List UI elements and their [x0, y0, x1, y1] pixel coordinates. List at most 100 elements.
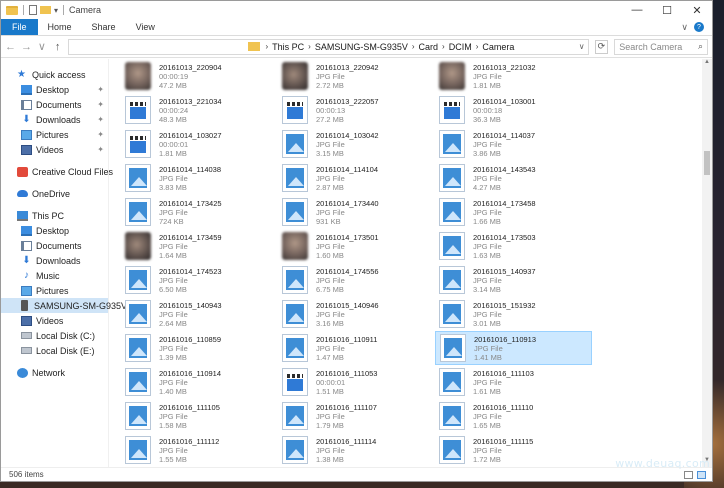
- sidebar-item-downloads[interactable]: ⬇ Downloads ✦: [1, 112, 108, 127]
- file-item[interactable]: 20161016_111053 00:00:01 1.51 MB: [278, 365, 435, 399]
- sidebar-item-videos[interactable]: Videos ✦: [1, 142, 108, 157]
- sidebar-item-creative-cloud[interactable]: Creative Cloud Files: [1, 164, 113, 179]
- file-item[interactable]: 20161015_151932 JPG File 3.01 MB: [435, 297, 592, 331]
- sidebar-item-documents[interactable]: Documents: [1, 238, 108, 253]
- sidebar-item-quick-access[interactable]: ★ Quick access: [1, 67, 108, 82]
- file-item[interactable]: 20161013_220942 JPG File 2.72 MB: [278, 59, 435, 93]
- file-item[interactable]: 20161014_114038 JPG File 3.83 MB: [121, 161, 278, 195]
- search-box[interactable]: Search Camera ⌕: [614, 38, 708, 55]
- breadcrumb-separator[interactable]: ›: [410, 42, 417, 51]
- file-item[interactable]: 20161013_220904 00:00:19 47.2 MB: [121, 59, 278, 93]
- file-item[interactable]: 20161014_173440 JPG File 931 KB: [278, 195, 435, 229]
- breadcrumb-camera[interactable]: Camera: [480, 42, 516, 52]
- file-item[interactable]: 20161014_174523 JPG File 6.50 MB: [121, 263, 278, 297]
- file-item[interactable]: 20161016_111115 JPG File 1.72 MB: [435, 433, 592, 467]
- file-item[interactable]: 20161014_174556 JPG File 6.75 MB: [278, 263, 435, 297]
- file-item[interactable]: 20161016_110859 JPG File 1.39 MB: [121, 331, 278, 365]
- address-dropdown-icon[interactable]: ∨: [576, 42, 588, 51]
- file-name: 20161016_110914: [159, 368, 222, 378]
- tab-share[interactable]: Share: [82, 19, 126, 35]
- sidebar-item-this-pc[interactable]: This PC: [1, 208, 108, 223]
- file-item[interactable]: 20161014_103001 00:00:18 36.3 MB: [435, 93, 592, 127]
- file-item[interactable]: 20161014_103042 JPG File 3.15 MB: [278, 127, 435, 161]
- file-item[interactable]: 20161016_110911 JPG File 1.47 MB: [278, 331, 435, 365]
- file-item[interactable]: 20161014_114037 JPG File 3.86 MB: [435, 127, 592, 161]
- file-name: 20161014_103042: [316, 130, 379, 140]
- file-item[interactable]: 20161015_140946 JPG File 3.16 MB: [278, 297, 435, 331]
- forward-button[interactable]: →: [21, 41, 32, 53]
- file-item[interactable]: 20161016_111114 JPG File 1.38 MB: [278, 433, 435, 467]
- maximize-button[interactable]: ☐: [652, 1, 682, 19]
- file-item[interactable]: 20161016_110914 JPG File 1.40 MB: [121, 365, 278, 399]
- sidebar-item-onedrive[interactable]: OneDrive: [1, 186, 108, 201]
- properties-icon[interactable]: [29, 5, 37, 15]
- file-item[interactable]: 20161016_111107 JPG File 1.79 MB: [278, 399, 435, 433]
- refresh-icon[interactable]: ⟳: [594, 39, 609, 54]
- file-item[interactable]: 20161014_143543 JPG File 4.27 MB: [435, 161, 592, 195]
- breadcrumb-separator[interactable]: ›: [263, 42, 270, 51]
- file-item[interactable]: 20161016_111103 JPG File 1.61 MB: [435, 365, 592, 399]
- close-button[interactable]: ✕: [682, 1, 712, 19]
- file-item[interactable]: 20161014_173459 JPG File 1.64 MB: [121, 229, 278, 263]
- file-item[interactable]: 20161015_140943 JPG File 2.64 MB: [121, 297, 278, 331]
- details-view-icon[interactable]: [684, 470, 693, 479]
- sidebar-item-desktop[interactable]: Desktop ✦: [1, 82, 108, 97]
- pin-icon[interactable]: ✦: [97, 130, 104, 139]
- minimize-button[interactable]: —: [622, 1, 652, 19]
- large-icons-view-icon[interactable]: [697, 470, 706, 479]
- pin-icon[interactable]: ✦: [97, 100, 104, 109]
- file-item[interactable]: 20161016_111112 JPG File 1.55 MB: [121, 433, 278, 467]
- expand-ribbon-icon[interactable]: ∨: [681, 22, 688, 33]
- breadcrumb-device[interactable]: SAMSUNG-SM-G935V: [313, 42, 410, 52]
- sidebar-item-local-disk-c[interactable]: Local Disk (C:): [1, 328, 108, 343]
- tab-view[interactable]: View: [126, 19, 165, 35]
- breadcrumb-this-pc[interactable]: This PC: [270, 42, 306, 52]
- breadcrumb-separator[interactable]: ›: [440, 42, 447, 51]
- file-item[interactable]: 20161016_110913 JPG File 1.41 MB: [435, 331, 592, 365]
- file-item[interactable]: 20161015_140937 JPG File 3.14 MB: [435, 263, 592, 297]
- file-item[interactable]: 20161014_173458 JPG File 1.66 MB: [435, 195, 592, 229]
- help-icon[interactable]: ?: [694, 22, 704, 32]
- creative-cloud-icon: [17, 166, 28, 177]
- new-folder-icon[interactable]: [40, 6, 51, 14]
- sidebar-item-samsung-device[interactable]: SAMSUNG-SM-G935V: [1, 298, 127, 313]
- scroll-up-icon[interactable]: ▲: [702, 59, 712, 69]
- back-button[interactable]: ←: [5, 41, 16, 53]
- scrollbar-thumb[interactable]: [704, 151, 710, 175]
- pin-icon[interactable]: ✦: [97, 85, 104, 94]
- sidebar-item-downloads[interactable]: ⬇ Downloads: [1, 253, 108, 268]
- sidebar-item-network[interactable]: Network: [1, 365, 108, 380]
- breadcrumb-separator[interactable]: ›: [474, 42, 481, 51]
- file-item[interactable]: 20161016_111110 JPG File 1.65 MB: [435, 399, 592, 433]
- file-item[interactable]: 20161014_103027 00:00:01 1.81 MB: [121, 127, 278, 161]
- file-item[interactable]: 20161013_221032 JPG File 1.81 MB: [435, 59, 592, 93]
- file-item[interactable]: 20161014_173425 JPG File 724 KB: [121, 195, 278, 229]
- address-bar[interactable]: › This PC › SAMSUNG-SM-G935V › Card › DC…: [68, 38, 589, 55]
- file-item[interactable]: 20161016_111105 JPG File 1.58 MB: [121, 399, 278, 433]
- sidebar-item-videos[interactable]: Videos: [1, 313, 108, 328]
- pin-icon[interactable]: ✦: [97, 115, 104, 124]
- file-item[interactable]: 20161014_173503 JPG File 1.63 MB: [435, 229, 592, 263]
- file-meta: 20161016_110911 JPG File 1.47 MB: [316, 335, 377, 362]
- breadcrumb-dcim[interactable]: DCIM: [447, 42, 474, 52]
- sidebar-item-desktop[interactable]: Desktop: [1, 223, 108, 238]
- sidebar-item-music[interactable]: ♪ Music: [1, 268, 108, 283]
- file-item[interactable]: 20161013_222057 00:00:13 27.2 MB: [278, 93, 435, 127]
- sidebar-item-local-disk-e[interactable]: Local Disk (E:): [1, 343, 108, 358]
- breadcrumb-separator[interactable]: ›: [306, 42, 313, 51]
- recent-locations-button[interactable]: ∨: [37, 40, 47, 53]
- sidebar-item-pictures[interactable]: Pictures: [1, 283, 108, 298]
- up-button[interactable]: ↑: [53, 41, 63, 53]
- customize-toolbar-icon[interactable]: ▾: [54, 6, 58, 15]
- sidebar-item-documents[interactable]: Documents ✦: [1, 97, 108, 112]
- file-item[interactable]: 20161014_114104 JPG File 2.87 MB: [278, 161, 435, 195]
- breadcrumb-card[interactable]: Card: [417, 42, 441, 52]
- file-item[interactable]: 20161014_173501 JPG File 1.60 MB: [278, 229, 435, 263]
- file-item[interactable]: 20161013_221034 00:00:24 48.3 MB: [121, 93, 278, 127]
- vertical-scrollbar[interactable]: ▲ ▼: [702, 59, 712, 467]
- file-size: 931 KB: [316, 216, 341, 226]
- tab-home[interactable]: Home: [38, 19, 82, 35]
- tab-file[interactable]: File: [1, 19, 38, 35]
- pin-icon[interactable]: ✦: [97, 145, 104, 154]
- sidebar-item-pictures[interactable]: Pictures ✦: [1, 127, 108, 142]
